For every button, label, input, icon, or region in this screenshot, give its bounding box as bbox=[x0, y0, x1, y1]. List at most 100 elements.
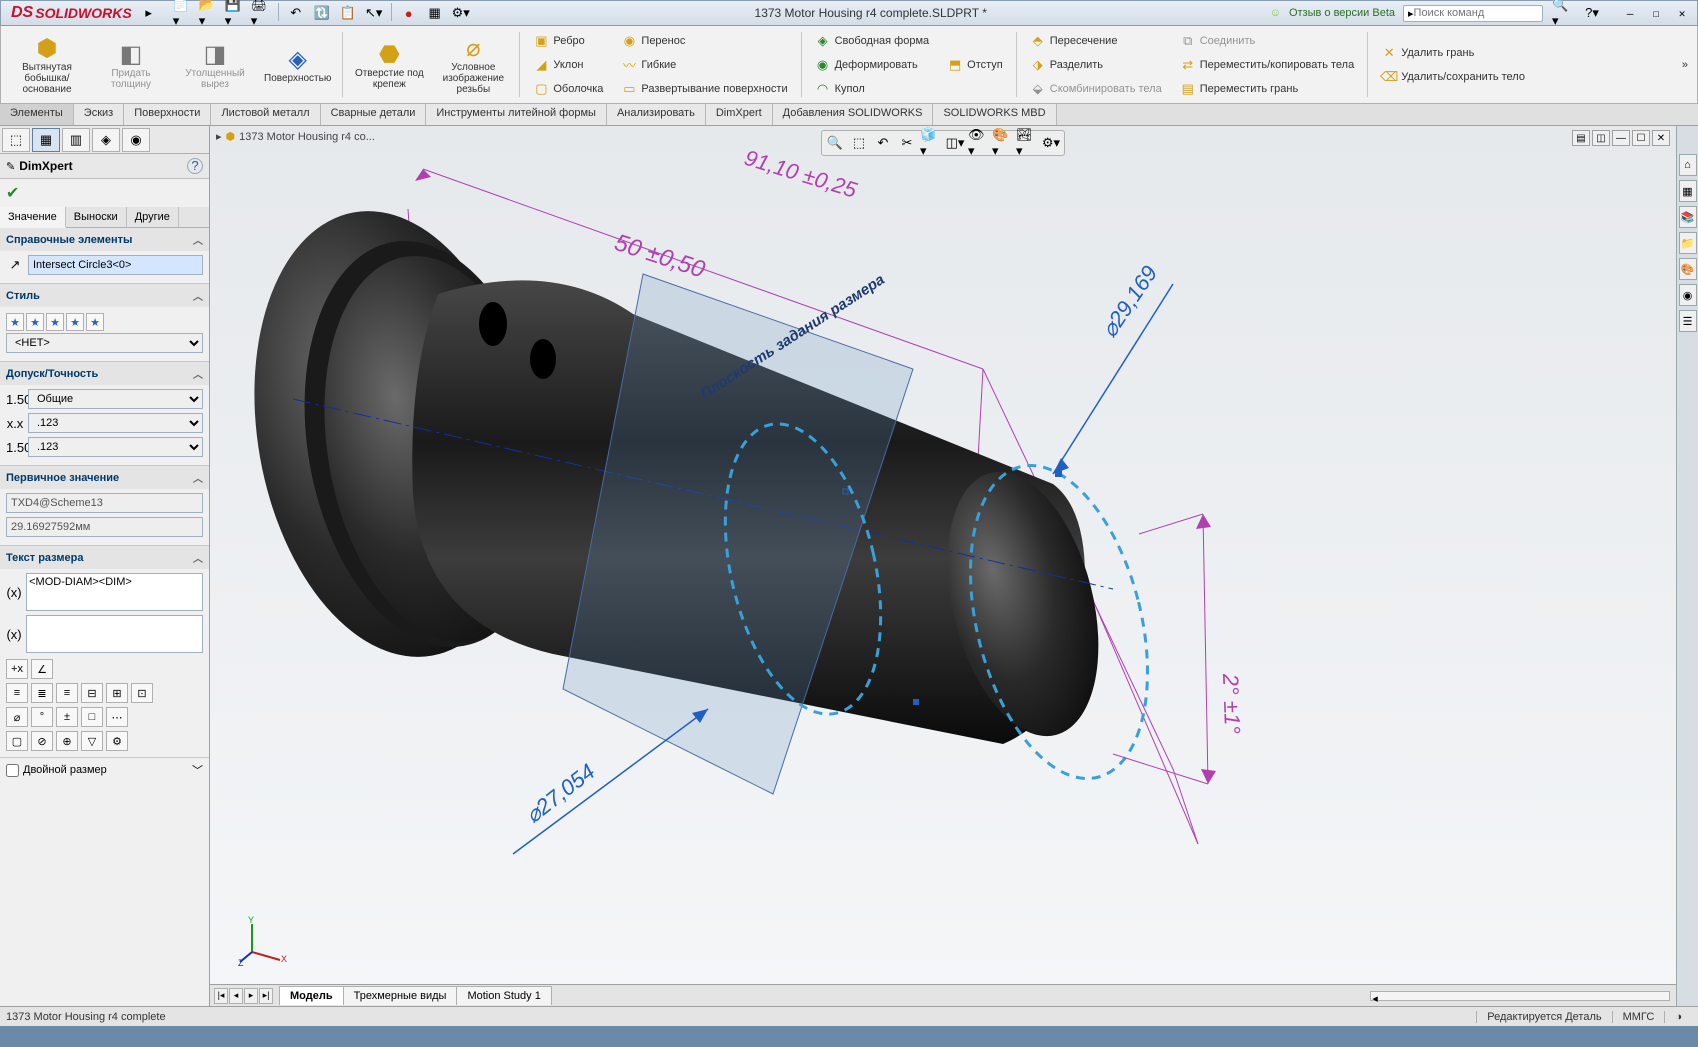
reference-header[interactable]: Справочные элементы︿ bbox=[0, 228, 209, 251]
shell-button[interactable]: ▢Оболочка bbox=[528, 78, 608, 100]
sym-c4[interactable]: ▽ bbox=[81, 731, 103, 751]
menu-dropdown[interactable]: ▸ bbox=[138, 3, 160, 23]
macro-button[interactable]: ▦ bbox=[424, 3, 446, 23]
rebuild-button[interactable]: 🔃 bbox=[311, 3, 333, 23]
print-button[interactable]: 🖨▾ bbox=[250, 3, 272, 23]
thread-button[interactable]: ⌀ Условное изображение резьбы bbox=[431, 28, 515, 101]
fav-1[interactable]: ★ bbox=[6, 313, 24, 331]
justify-right[interactable]: ≡ bbox=[56, 683, 78, 703]
sym-c5[interactable]: ⚙ bbox=[106, 731, 128, 751]
pm-ok-button[interactable]: ✔ bbox=[6, 185, 19, 202]
fav-5[interactable]: ★ bbox=[86, 313, 104, 331]
minimize-button[interactable]: — bbox=[1619, 4, 1641, 22]
tab-surfaces[interactable]: Поверхности bbox=[124, 104, 211, 125]
status-units[interactable]: ММГС bbox=[1612, 1011, 1665, 1023]
precision1-select[interactable]: .123 bbox=[28, 413, 203, 433]
tab-last[interactable]: ▸| bbox=[259, 988, 273, 1004]
graphics-viewport[interactable]: ▸ ⬢ 1373 Motor Housing r4 co... 🔍 ⬚ ↶ ✂ … bbox=[210, 126, 1676, 1006]
sym-dia[interactable]: ⌀ bbox=[6, 707, 28, 727]
style-header[interactable]: Стиль︿ bbox=[0, 284, 209, 307]
breadcrumb-label[interactable]: 1373 Motor Housing r4 co... bbox=[239, 131, 375, 143]
pm-tab-config[interactable]: ▥ bbox=[62, 128, 90, 152]
extruded-boss-button[interactable]: ⬢ Вытянутая бобышка/основание bbox=[5, 28, 89, 101]
tab-dimxpert[interactable]: DimXpert bbox=[706, 104, 773, 125]
split-button[interactable]: ⬗Разделить bbox=[1025, 54, 1167, 76]
join-button[interactable]: ⧉Соединить bbox=[1175, 30, 1359, 52]
intersect-button[interactable]: ⬘Пересечение bbox=[1025, 30, 1167, 52]
tp-custom-props[interactable]: ☰ bbox=[1679, 310, 1697, 332]
search-icon[interactable]: 🔍▾ bbox=[1551, 3, 1573, 23]
orientation-triad[interactable]: Y X Z bbox=[238, 916, 288, 966]
sym-sq[interactable]: □ bbox=[81, 707, 103, 727]
pm-help-button[interactable]: ? bbox=[187, 158, 203, 174]
move-face-button[interactable]: ▤Переместить грань bbox=[1175, 78, 1359, 100]
dim-text-above[interactable]: <MOD-DIAM><DIM> bbox=[26, 573, 203, 611]
close-button[interactable]: ✕ bbox=[1671, 4, 1693, 22]
tp-appearances[interactable]: ◉ bbox=[1679, 284, 1697, 306]
freeform-button[interactable]: ◈Свободная форма bbox=[810, 30, 935, 52]
draft-button[interactable]: ◢Уклон bbox=[528, 54, 608, 76]
pm-tab-dimxpert[interactable]: ◈ bbox=[92, 128, 120, 152]
flatten-button[interactable]: ▭Развертывание поверхности bbox=[616, 78, 792, 100]
dual-dim-checkbox[interactable] bbox=[6, 764, 19, 777]
sym-c3[interactable]: ⊕ bbox=[56, 731, 78, 751]
justify-1[interactable]: ⊟ bbox=[81, 683, 103, 703]
flex-button[interactable]: 〰Гибкие bbox=[616, 54, 792, 76]
tab-sketch[interactable]: Эскиз bbox=[74, 104, 124, 125]
pm-tab-feature-tree[interactable]: ⬚ bbox=[2, 128, 30, 152]
search-commands[interactable]: ▸ bbox=[1403, 5, 1543, 22]
deform-button[interactable]: ◉Деформировать bbox=[810, 54, 935, 76]
sym-deg[interactable]: ° bbox=[31, 707, 53, 727]
pm-tab-display[interactable]: ◉ bbox=[122, 128, 150, 152]
hole-wizard-button[interactable]: ⬣ Отверстие под крепеж bbox=[347, 28, 431, 101]
tab-analyze[interactable]: Анализировать bbox=[607, 104, 706, 125]
record-button[interactable]: ● bbox=[398, 3, 420, 23]
subtab-value[interactable]: Значение bbox=[0, 207, 66, 228]
tp-home[interactable]: ⌂ bbox=[1679, 154, 1697, 176]
btab-3dviews[interactable]: Трехмерные виды bbox=[343, 986, 458, 1005]
style-select[interactable]: <НЕТ> bbox=[6, 333, 203, 353]
tab-first[interactable]: |◂ bbox=[214, 988, 228, 1004]
tab-weldments[interactable]: Сварные детали bbox=[321, 104, 427, 125]
btab-motion[interactable]: Motion Study 1 bbox=[456, 986, 551, 1005]
dim-text-below[interactable] bbox=[26, 615, 203, 653]
delete-body-button[interactable]: ⌫Удалить/сохранить тело bbox=[1376, 66, 1530, 88]
maximize-button[interactable]: ☐ bbox=[1645, 4, 1667, 22]
tab-moldtools[interactable]: Инструменты литейной формы bbox=[426, 104, 607, 125]
sym-c1[interactable]: ▢ bbox=[6, 731, 28, 751]
primary-header[interactable]: Первичное значение︿ bbox=[0, 466, 209, 489]
tp-resources[interactable]: ▦ bbox=[1679, 180, 1697, 202]
tolerance-type-select[interactable]: Общие bbox=[28, 389, 203, 409]
btn-plus[interactable]: +x bbox=[6, 659, 28, 679]
tp-file-explorer[interactable]: 📁 bbox=[1679, 232, 1697, 254]
bottom-scrollbar[interactable]: ◂ bbox=[1370, 991, 1670, 1001]
sym-c2[interactable]: ⊘ bbox=[31, 731, 53, 751]
tab-addins[interactable]: Добавления SOLIDWORKS bbox=[773, 104, 934, 125]
indent-button[interactable]: ⬒Отступ bbox=[942, 54, 1008, 76]
fav-2[interactable]: ★ bbox=[26, 313, 44, 331]
select-button[interactable]: ↖▾ bbox=[363, 3, 385, 23]
tab-features[interactable]: Элементы bbox=[0, 104, 74, 125]
open-button[interactable]: 📂▾ bbox=[198, 3, 220, 23]
options-button[interactable]: 📋 bbox=[337, 3, 359, 23]
text-above-icon[interactable]: (x) bbox=[6, 585, 22, 600]
help-button[interactable]: ?▾ bbox=[1581, 3, 1603, 23]
new-button[interactable]: 📄▾ bbox=[172, 3, 194, 23]
justify-3[interactable]: ⊡ bbox=[131, 683, 153, 703]
precision2-select[interactable]: .123 bbox=[28, 437, 203, 457]
combine-button[interactable]: ⬙Скомбинировать тела bbox=[1025, 78, 1167, 100]
btab-model[interactable]: Модель bbox=[279, 986, 344, 1005]
wrap-button[interactable]: ◉Перенос bbox=[616, 30, 792, 52]
sym-pm[interactable]: ± bbox=[56, 707, 78, 727]
beta-feedback-link[interactable]: Отзыв о версии Beta bbox=[1289, 7, 1395, 19]
search-input[interactable] bbox=[1414, 7, 1538, 19]
undo-button[interactable]: ↶ bbox=[285, 3, 307, 23]
justify-center[interactable]: ≣ bbox=[31, 683, 53, 703]
tp-view-palette[interactable]: 🎨 bbox=[1679, 258, 1697, 280]
justify-2[interactable]: ⊞ bbox=[106, 683, 128, 703]
save-button[interactable]: 💾▾ bbox=[224, 3, 246, 23]
btn-angle[interactable]: ∠ bbox=[31, 659, 53, 679]
fav-4[interactable]: ★ bbox=[66, 313, 84, 331]
delete-face-button[interactable]: ✕Удалить грань bbox=[1376, 42, 1530, 64]
sym-more[interactable]: ⋯ bbox=[106, 707, 128, 727]
